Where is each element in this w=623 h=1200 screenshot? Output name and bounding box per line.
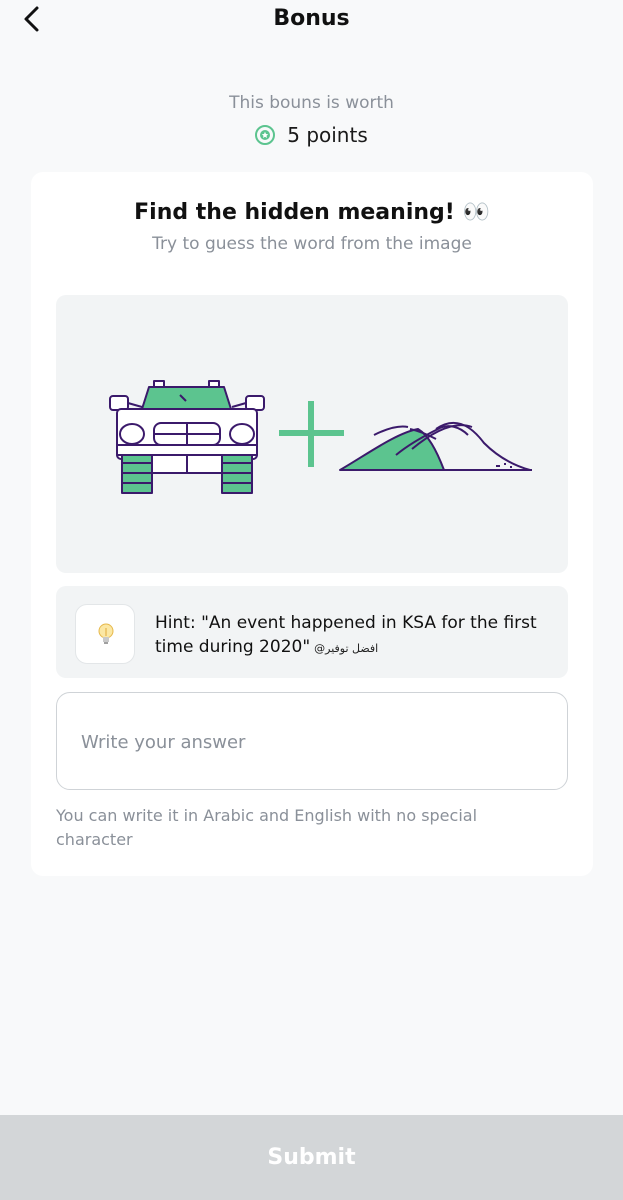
puzzle-card: Find the hidden meaning! 👀 Try to guess …	[31, 172, 593, 876]
hint-text: Hint: "An event happened in KSA for the …	[155, 611, 555, 661]
dunes-icon	[339, 421, 532, 471]
hint-box: Hint: "An event happened in KSA for the …	[56, 586, 568, 678]
submit-label: Submit	[267, 1145, 356, 1170]
page-title: Bonus	[273, 6, 350, 31]
car-icon	[109, 380, 265, 494]
submit-button[interactable]: Submit	[0, 1115, 623, 1200]
puzzle-title: Find the hidden meaning! 👀	[134, 200, 490, 225]
points-value: 5 points	[287, 123, 368, 147]
answer-field[interactable]	[56, 692, 568, 790]
points-badge-icon	[255, 125, 276, 145]
points-row: 5 points	[0, 121, 623, 149]
lightbulb-icon	[98, 623, 114, 644]
puzzle-image	[56, 295, 568, 573]
watermark: @افضل توفير	[314, 642, 379, 655]
puzzle-subtitle: Try to guess the word from the image	[152, 234, 472, 254]
bonus-worth-label: This bouns is worth	[229, 93, 394, 113]
plus-icon	[279, 401, 344, 467]
answer-input[interactable]	[81, 727, 541, 757]
hint-icon-button[interactable]	[75, 604, 135, 664]
top-bar: Bonus	[0, 0, 623, 44]
answer-helper-text: You can write it in Arabic and English w…	[56, 806, 478, 849]
